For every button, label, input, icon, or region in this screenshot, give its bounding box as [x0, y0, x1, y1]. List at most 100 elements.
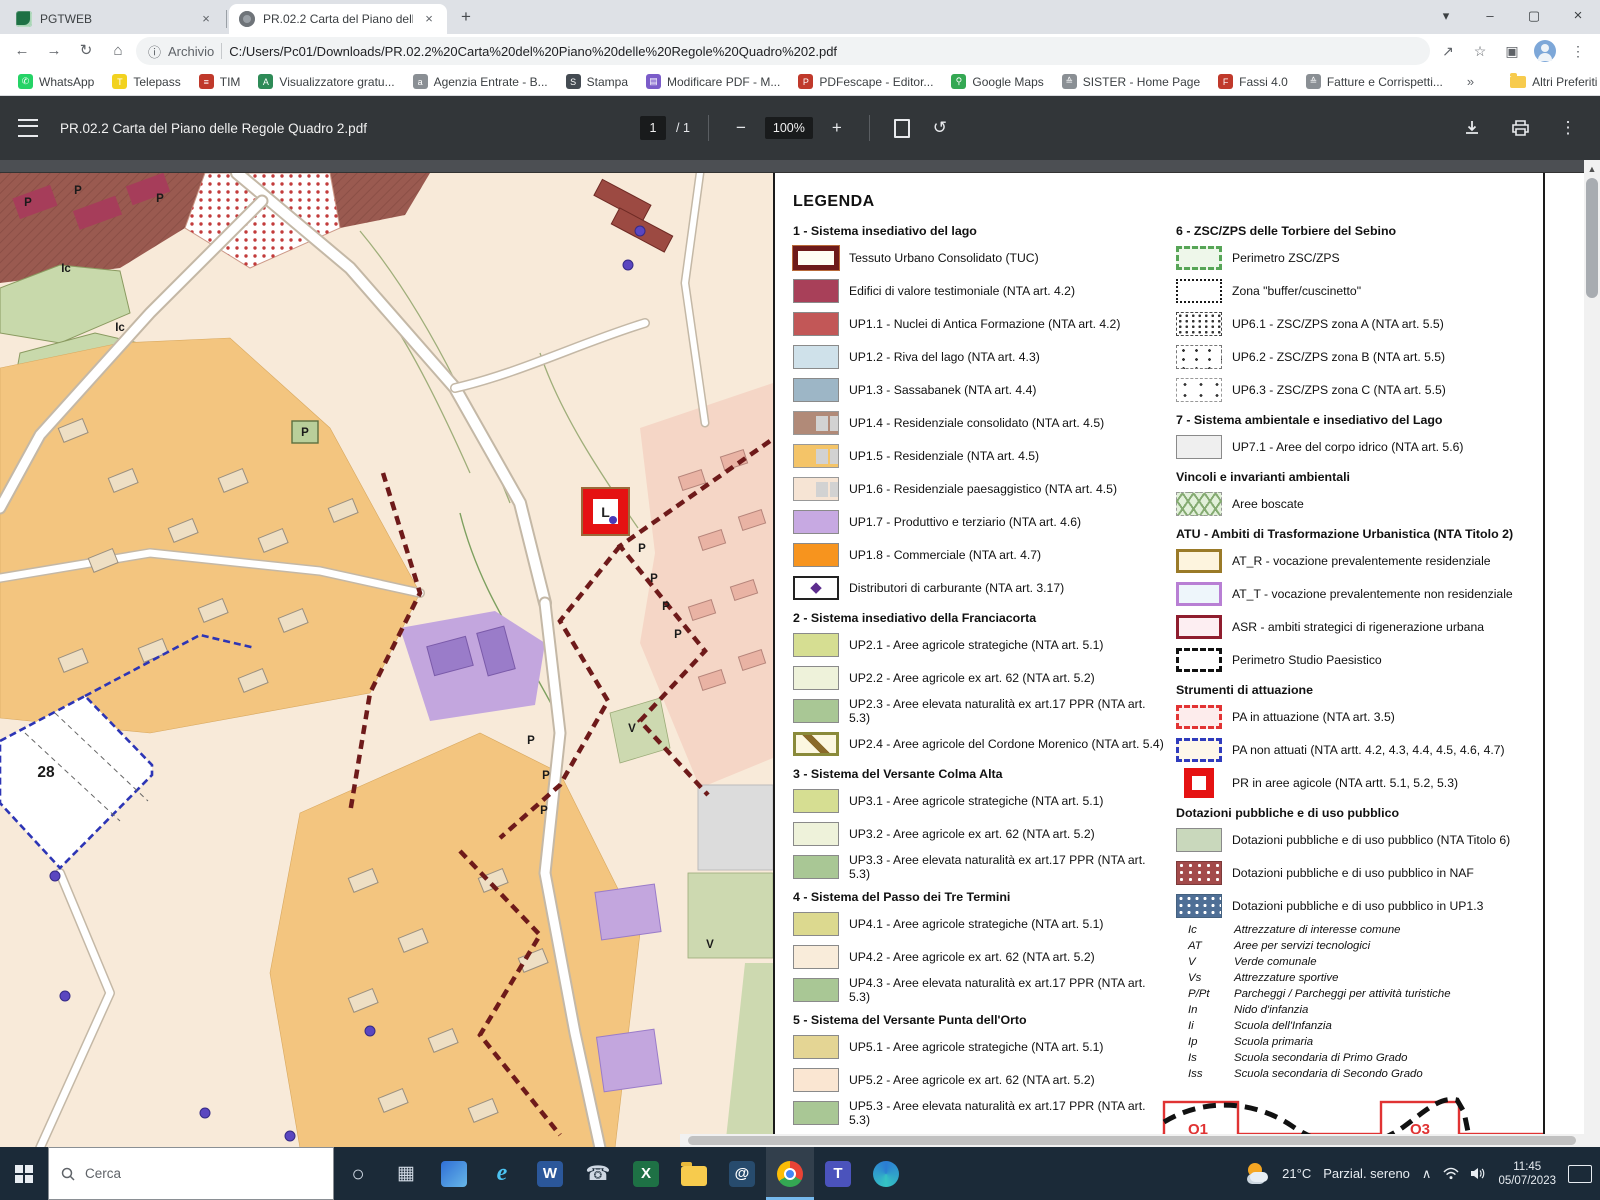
- mail[interactable]: @: [718, 1147, 766, 1200]
- map-label: P: [650, 573, 658, 585]
- tray-expand-icon[interactable]: ∧: [1422, 1166, 1432, 1182]
- search-input[interactable]: Cerca: [48, 1147, 334, 1200]
- cortana[interactable]: ○: [334, 1147, 382, 1200]
- close-button[interactable]: ×: [1556, 0, 1600, 34]
- legend-swatch: [1184, 768, 1214, 798]
- legend-swatch: [1176, 648, 1222, 672]
- bookmark-star-icon[interactable]: ☆: [1466, 37, 1494, 65]
- bookmark-item[interactable]: a Agenzia Entrate - B...: [405, 72, 556, 91]
- share-icon[interactable]: ↗: [1434, 37, 1462, 65]
- file-explorer[interactable]: [670, 1147, 718, 1200]
- minimize-button[interactable]: –: [1468, 0, 1512, 34]
- legend-swatch: [1176, 246, 1222, 270]
- new-tab-button[interactable]: +: [453, 5, 479, 31]
- start-button[interactable]: [0, 1147, 48, 1200]
- back-button[interactable]: ←: [8, 37, 36, 65]
- bookmark-item[interactable]: F Fassi 4.0: [1210, 72, 1296, 91]
- page-number-input[interactable]: 1: [640, 116, 666, 140]
- bookmark-item[interactable]: T Telepass: [104, 72, 188, 91]
- edge[interactable]: [862, 1147, 910, 1200]
- legend-item: Perimetro Studio Paesistico: [1176, 643, 1543, 676]
- volume-icon[interactable]: [1471, 1167, 1486, 1180]
- bookmark-item[interactable]: ≡ TIM: [191, 72, 249, 91]
- pdf-more-icon[interactable]: ⋮: [1554, 114, 1582, 142]
- weather-desc[interactable]: Parzial. sereno: [1323, 1166, 1410, 1181]
- tab-close-icon[interactable]: ×: [198, 11, 214, 27]
- legend-item: UP1.8 - Commerciale (NTA art. 4.7): [793, 538, 1168, 571]
- tab-title: PGTWEB: [40, 12, 190, 26]
- other-bookmarks[interactable]: Altri Preferiti: [1502, 73, 1600, 91]
- notification-center-icon[interactable]: [1568, 1165, 1592, 1183]
- teams[interactable]: T: [814, 1147, 862, 1200]
- rotate-icon[interactable]: ↺: [926, 114, 954, 142]
- address-bar[interactable]: ⓘ Archivio C:/Users/Pc01/Downloads/PR.02…: [136, 37, 1430, 65]
- task-view[interactable]: ▦: [382, 1147, 430, 1200]
- legend-item-label: UP5.2 - Aree agricole ex art. 62 (NTA ar…: [849, 1073, 1095, 1087]
- browser-menu-icon[interactable]: ⋮: [1564, 37, 1592, 65]
- bookmark-item[interactable]: S Stampa: [558, 72, 636, 91]
- weather-icon[interactable]: [1246, 1162, 1270, 1186]
- scroll-up-arrow-icon[interactable]: ▲: [1584, 160, 1600, 174]
- legend-abbreviation: IssScuola secondaria di Secondo Grado: [1176, 1066, 1543, 1082]
- home-button[interactable]: ⌂: [104, 37, 132, 65]
- fit-page-icon[interactable]: [888, 114, 916, 142]
- legend-item: PR in aree agicole (NTA artt. 5.1, 5.2, …: [1176, 766, 1543, 799]
- maximize-button[interactable]: ▢: [1512, 0, 1556, 34]
- legend-swatch: [793, 633, 839, 657]
- legend-item-label: UP6.3 - ZSC/ZPS zona C (NTA art. 5.5): [1232, 383, 1446, 397]
- legend-swatch: [1176, 549, 1222, 573]
- internet-explorer[interactable]: e: [478, 1147, 526, 1200]
- legend-swatch: [793, 1035, 839, 1059]
- vertical-scrollbar[interactable]: ▲: [1584, 160, 1600, 1147]
- bookmark-item[interactable]: P PDFescape - Editor...: [790, 72, 941, 91]
- zoom-out-button[interactable]: −: [727, 114, 755, 142]
- legend-swatch: [1176, 378, 1222, 402]
- clock[interactable]: 11:45 05/07/2023: [1498, 1160, 1556, 1188]
- bookmark-item[interactable]: A Visualizzatore gratu...: [250, 72, 402, 91]
- reload-button[interactable]: ↻: [72, 37, 100, 65]
- map-label: P: [24, 197, 32, 209]
- zoom-in-button[interactable]: +: [823, 114, 851, 142]
- abbreviation-code: Ip: [1176, 1034, 1234, 1050]
- print-icon[interactable]: [1506, 114, 1534, 142]
- word[interactable]: W: [526, 1147, 574, 1200]
- horizontal-scroll-thumb[interactable]: [688, 1136, 1576, 1145]
- network-icon[interactable]: [1443, 1167, 1459, 1180]
- zoom-level[interactable]: 100%: [765, 117, 813, 139]
- profile-avatar[interactable]: [1534, 40, 1556, 62]
- pdf-menu-icon[interactable]: [18, 119, 38, 137]
- bookmark-item[interactable]: ✆ WhatsApp: [10, 72, 102, 91]
- side-panel-icon[interactable]: ▣: [1498, 37, 1526, 65]
- legend-item-label: Dotazioni pubbliche e di uso pubblico in…: [1232, 866, 1474, 880]
- bookmark-item[interactable]: ≙ SISTER - Home Page: [1054, 72, 1208, 91]
- forward-button[interactable]: →: [40, 37, 68, 65]
- manufatto-dot: [623, 260, 634, 271]
- abbreviation-text: Parcheggi / Parcheggi per attività turis…: [1234, 986, 1451, 1002]
- tab-close-icon[interactable]: ×: [421, 11, 437, 27]
- weather-temp[interactable]: 21°C: [1282, 1166, 1311, 1181]
- abbreviation-text: Aree per servizi tecnologici: [1234, 938, 1370, 954]
- download-icon[interactable]: [1458, 114, 1486, 142]
- excel[interactable]: X: [622, 1147, 670, 1200]
- phone[interactable]: ☎: [574, 1147, 622, 1200]
- map-canvas[interactable]: PPPIcIcPPPPPVPPPV28 L: [0, 173, 773, 1148]
- map-label: P: [74, 185, 82, 197]
- tab-pdf[interactable]: PR.02.2 Carta del Piano delle Re ×: [229, 4, 447, 34]
- legend-item: PA in attuazione (NTA art. 3.5): [1176, 700, 1543, 733]
- legend-item: AT_R - vocazione prevalentemente residen…: [1176, 544, 1543, 577]
- manufatto-dot: [365, 1026, 376, 1037]
- chrome[interactable]: [766, 1147, 814, 1200]
- bookmarks-overflow-icon[interactable]: »: [1459, 74, 1482, 89]
- bookmark-item[interactable]: ≙ Fatture e Corrispetti...: [1298, 72, 1451, 91]
- photos-app[interactable]: [430, 1147, 478, 1200]
- abbreviation-code: Vs: [1176, 970, 1234, 986]
- horizontal-scrollbar[interactable]: [680, 1134, 1584, 1147]
- legend-swatch: [793, 945, 839, 969]
- vertical-scroll-thumb[interactable]: [1586, 178, 1598, 298]
- bookmark-item[interactable]: ⚲ Google Maps: [943, 72, 1051, 91]
- page-info-icon[interactable]: ⓘ: [148, 42, 161, 61]
- bookmark-item[interactable]: ▤ Modificare PDF - M...: [638, 72, 788, 91]
- tab-search-chevron-icon[interactable]: ▾: [1424, 0, 1468, 34]
- legend-item: Aree boscate: [1176, 487, 1543, 520]
- tab-pgtweb[interactable]: PGTWEB ×: [6, 4, 224, 34]
